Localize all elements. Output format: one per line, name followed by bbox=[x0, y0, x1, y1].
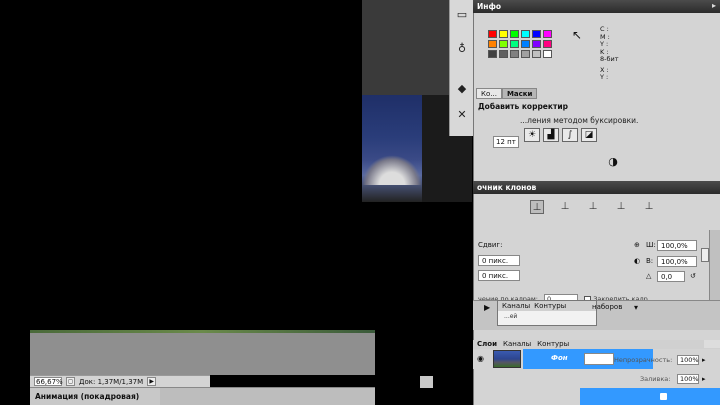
sets-dropdown-icon[interactable]: ▾ bbox=[634, 303, 638, 312]
size-field[interactable]: 12 пт bbox=[493, 136, 519, 148]
width-label: Ш: bbox=[646, 241, 656, 249]
color-swatch[interactable] bbox=[499, 50, 508, 58]
layer-thumbnail bbox=[493, 350, 521, 368]
clone-source-2-icon[interactable]: ⊥ bbox=[558, 200, 572, 214]
lock-icon[interactable] bbox=[660, 393, 667, 400]
exposure-icon[interactable]: ◪ bbox=[581, 128, 597, 142]
color-swatch[interactable] bbox=[510, 40, 519, 48]
clone-source-header: очник клонов bbox=[473, 181, 720, 194]
small-square bbox=[420, 376, 433, 388]
brightness-icon[interactable]: ☀ bbox=[524, 128, 540, 142]
visibility-eye-icon[interactable]: ◉ bbox=[477, 354, 484, 363]
color-swatch[interactable] bbox=[488, 40, 497, 48]
status-bar: 66,67% ◻ Док: 1,37M/1,37M ▶ bbox=[30, 375, 210, 387]
opacity-label: Непрозрачность: bbox=[614, 356, 673, 364]
y-offset-field[interactable]: 0 пикс. bbox=[478, 270, 520, 281]
document-bottom bbox=[30, 330, 375, 375]
document-image[interactable] bbox=[362, 95, 422, 202]
link-icon[interactable] bbox=[701, 248, 709, 262]
color-swatch[interactable] bbox=[543, 50, 552, 58]
color-swatch[interactable] bbox=[543, 30, 552, 38]
layers-menu-area bbox=[704, 340, 720, 348]
popup-paths-tab[interactable]: Контуры bbox=[534, 302, 566, 310]
tab-paths[interactable]: Контуры bbox=[537, 340, 569, 349]
width-field[interactable]: 100,0% bbox=[657, 240, 697, 251]
height-icon: ◐ bbox=[634, 257, 641, 265]
color-swatch[interactable] bbox=[488, 30, 497, 38]
offset-label: Сдвиг: bbox=[478, 241, 503, 249]
adjustments-hint: ...ления методом буксировки. bbox=[520, 116, 639, 125]
coord-y: Y : bbox=[600, 73, 609, 81]
adjustments-tabs: Ко... Маски bbox=[476, 88, 556, 99]
animation-panel bbox=[160, 387, 375, 405]
color-swatch[interactable] bbox=[510, 30, 519, 38]
angle-icon: △ bbox=[646, 272, 652, 280]
curves-icon[interactable]: ∫ bbox=[562, 128, 578, 142]
pen-tool-icon[interactable]: ◆ bbox=[453, 80, 471, 98]
layers-tabs: Слои Каналы Контуры bbox=[473, 340, 720, 349]
fill-field[interactable]: 100% bbox=[677, 374, 699, 384]
reset-icon[interactable]: ↺ bbox=[690, 272, 696, 280]
history-brush-icon[interactable]: ♁ bbox=[453, 40, 471, 58]
panel-menu-icon[interactable]: ▸ bbox=[712, 1, 716, 10]
info-panel-header: Инфо ▸ bbox=[473, 0, 720, 13]
tools-panel: ▭ ♁ ◆ ✕ bbox=[449, 0, 473, 136]
layer-selection-bar[interactable] bbox=[580, 388, 720, 405]
tab-adjustments[interactable]: Ко... bbox=[476, 88, 502, 99]
color-swatch[interactable] bbox=[499, 40, 508, 48]
clone-scrollbar[interactable] bbox=[709, 230, 720, 300]
bit-depth: 8-бит bbox=[600, 55, 619, 63]
color-swatch[interactable] bbox=[532, 40, 541, 48]
adjustment-icons: ☀ ▟ ∫ ◪ bbox=[524, 128, 597, 142]
color-swatch[interactable] bbox=[532, 30, 541, 38]
clone-source-buttons: ⊥ ⊥ ⊥ ⊥ ⊥ bbox=[530, 200, 656, 214]
color-swatch[interactable] bbox=[521, 40, 530, 48]
tools-cross-icon[interactable]: ✕ bbox=[453, 106, 471, 124]
blend-mode-select[interactable] bbox=[584, 353, 614, 365]
color-swatch[interactable] bbox=[521, 50, 530, 58]
info-tab[interactable]: Инфо bbox=[477, 2, 501, 11]
tab-layers[interactable]: Слои bbox=[477, 340, 497, 349]
color-swatch[interactable] bbox=[510, 50, 519, 58]
color-swatch[interactable] bbox=[532, 50, 541, 58]
angle-field[interactable]: 0,0 bbox=[657, 271, 685, 282]
animation-tab[interactable]: Анимация (покадровая) bbox=[30, 387, 160, 405]
mask-options-icon[interactable]: ◑ bbox=[604, 155, 622, 171]
doc-info: Док: 1,37M/1,37M bbox=[79, 377, 144, 386]
color-swatch[interactable] bbox=[543, 40, 552, 48]
popup-item[interactable]: ...ей bbox=[498, 311, 596, 322]
width-icon: ⊕ bbox=[634, 241, 640, 249]
cursor-icon: ↖ bbox=[572, 28, 583, 42]
fill-label: Заливка: bbox=[640, 375, 671, 383]
sets-label[interactable]: наборов bbox=[592, 303, 622, 311]
opacity-dropdown-icon[interactable]: ▸ bbox=[702, 356, 706, 364]
color-swatch[interactable] bbox=[521, 30, 530, 38]
tab-masks[interactable]: Маски bbox=[501, 88, 538, 99]
clone-source-5-icon[interactable]: ⊥ bbox=[642, 200, 656, 214]
channels-popup[interactable]: Каналы Контуры ...ей bbox=[497, 300, 597, 326]
fill-dropdown-icon[interactable]: ▸ bbox=[702, 375, 706, 383]
zoom-field[interactable]: 66,67% bbox=[34, 377, 63, 386]
color-palette bbox=[478, 22, 556, 86]
color-swatch[interactable] bbox=[499, 30, 508, 38]
clone-source-3-icon[interactable]: ⊥ bbox=[586, 200, 600, 214]
play-icon[interactable]: ▶ bbox=[484, 303, 490, 312]
status-menu-icon[interactable]: ◻ bbox=[66, 377, 75, 386]
levels-icon[interactable]: ▟ bbox=[543, 128, 559, 142]
height-field[interactable]: 100,0% bbox=[657, 256, 697, 267]
cmyk-readout: C : M : Y : K : 8-бит X : Y : bbox=[600, 25, 619, 82]
status-arrow-icon[interactable]: ▶ bbox=[147, 377, 157, 386]
height-label: В: bbox=[646, 257, 654, 265]
tab-channels[interactable]: Каналы bbox=[503, 340, 531, 349]
clone-source-4-icon[interactable]: ⊥ bbox=[614, 200, 628, 214]
color-swatch[interactable] bbox=[488, 50, 497, 58]
brush-tool-icon[interactable]: ▭ bbox=[453, 6, 471, 24]
adjustments-title: Добавить корректир bbox=[478, 102, 568, 111]
x-offset-field[interactable]: 0 пикс. bbox=[478, 255, 520, 266]
popup-channels-tab[interactable]: Каналы bbox=[502, 302, 530, 310]
clone-source-1-icon[interactable]: ⊥ bbox=[530, 200, 544, 214]
opacity-field[interactable]: 100% bbox=[677, 355, 699, 365]
